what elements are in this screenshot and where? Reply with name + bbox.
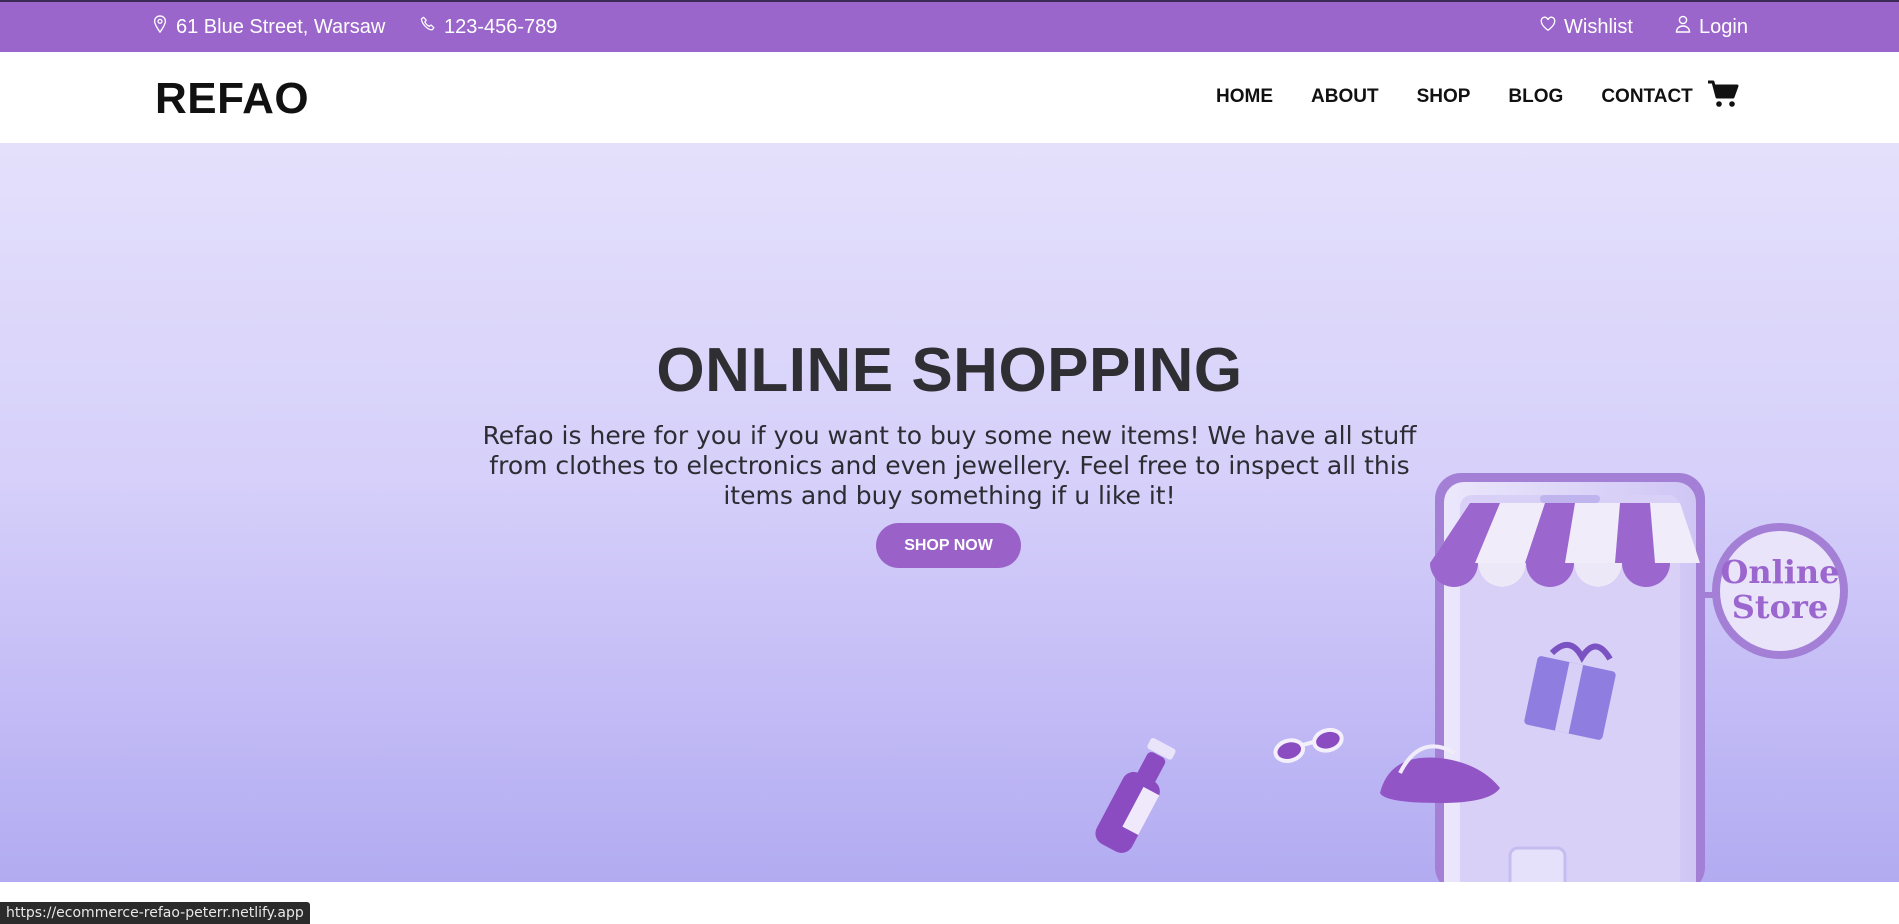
phone-icon	[420, 15, 436, 39]
sunglasses-icon	[1273, 727, 1344, 763]
location-pin-icon	[152, 15, 168, 39]
hero-section: ONLINE SHOPPING Refao is here for you if…	[0, 143, 1899, 882]
sign-store-text: Store	[1732, 588, 1828, 626]
nav-home[interactable]: HOME	[1216, 86, 1273, 108]
wishlist-label: Wishlist	[1564, 15, 1633, 38]
nav-about[interactable]: ABOUT	[1311, 86, 1379, 108]
login-label: Login	[1699, 15, 1748, 38]
wishlist-link[interactable]: Wishlist	[1540, 15, 1633, 39]
address-text: 61 Blue Street, Warsaw	[176, 15, 386, 38]
status-bar-url: https://ecommerce-refao-peterr.netlify.a…	[0, 902, 310, 924]
shopping-cart-icon[interactable]	[1707, 79, 1739, 109]
sign-online-text: Online	[1720, 553, 1839, 591]
nav-links: HOME ABOUT SHOP BLOG CONTACT	[1216, 86, 1731, 108]
nav-shop[interactable]: SHOP	[1417, 86, 1471, 108]
top-info-bar: 61 Blue Street, Warsaw 123-456-789 Wishl…	[0, 0, 1899, 52]
bottle-icon	[1095, 738, 1176, 853]
nav-contact[interactable]: CONTACT	[1601, 86, 1692, 108]
shop-now-button[interactable]: SHOP NOW	[876, 523, 1021, 568]
phone-text: 123-456-789	[444, 15, 558, 38]
main-navbar: REFAO HOME ABOUT SHOP BLOG CONTACT	[0, 52, 1899, 143]
phone-info: 123-456-789	[420, 15, 557, 39]
site-logo[interactable]: REFAO	[155, 74, 309, 124]
nav-blog[interactable]: BLOG	[1508, 86, 1563, 108]
online-store-illustration: Online Store	[1095, 473, 1848, 882]
user-icon	[1675, 15, 1691, 39]
login-link[interactable]: Login	[1675, 15, 1748, 39]
address-info: 61 Blue Street, Warsaw	[152, 15, 385, 39]
heart-icon	[1540, 15, 1556, 39]
hero-title: ONLINE SHOPPING	[656, 336, 1243, 405]
